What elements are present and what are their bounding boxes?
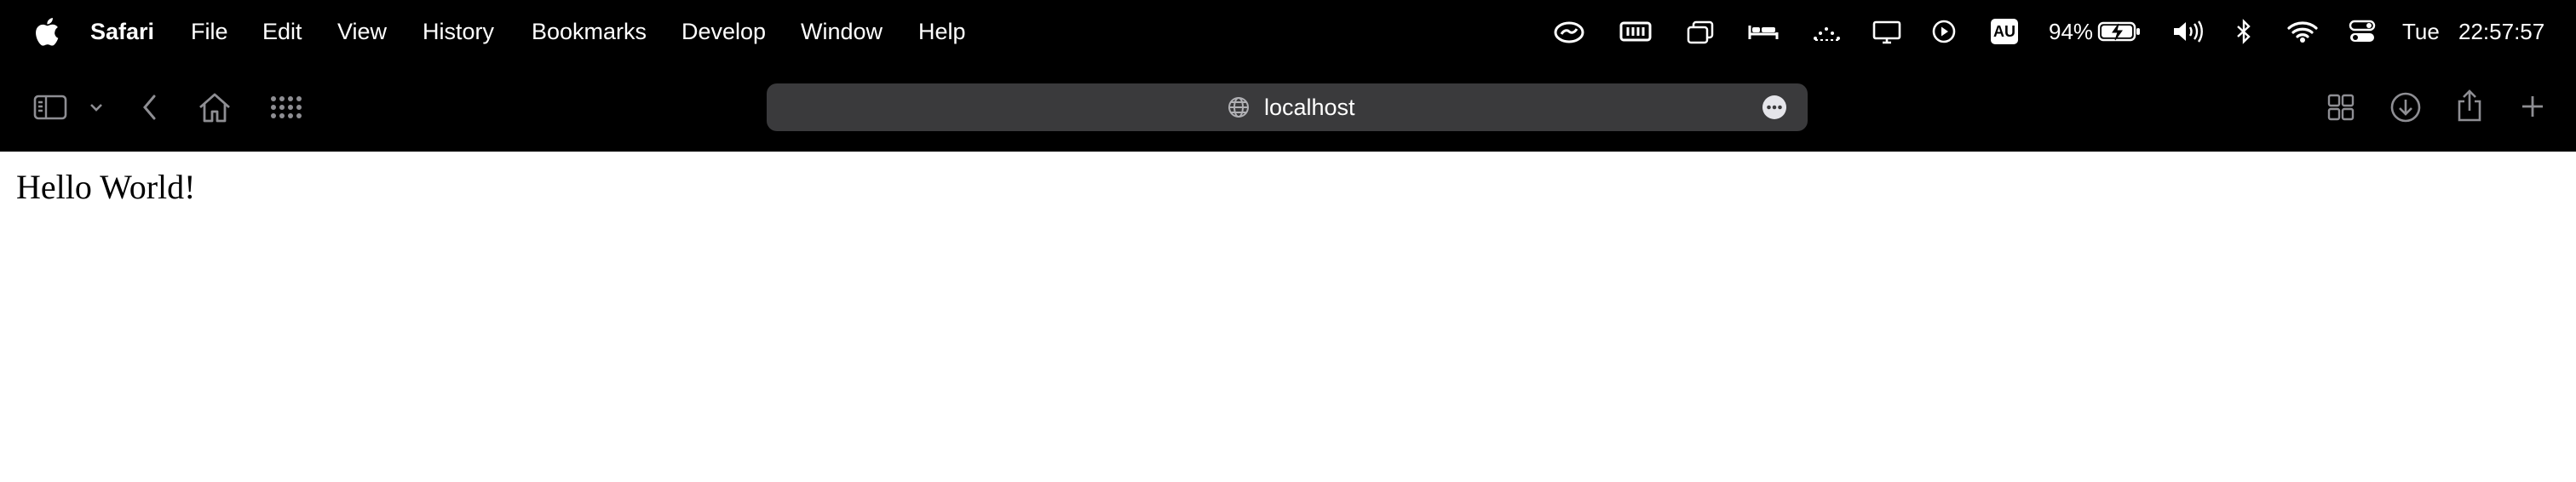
share-icon[interactable] — [2453, 87, 2486, 124]
sidebar-toggle-icon[interactable] — [32, 91, 68, 123]
menu-help[interactable]: Help — [918, 0, 966, 63]
display-icon[interactable] — [1871, 14, 1903, 49]
browser-toolbar: localhost — [0, 63, 2576, 152]
back-icon[interactable] — [136, 89, 164, 126]
apple-menu-icon[interactable] — [31, 15, 61, 48]
menu-history[interactable]: History — [423, 0, 494, 63]
memory-icon[interactable] — [1619, 14, 1653, 49]
more-options-icon[interactable] — [1762, 95, 1787, 120]
menu-edit[interactable]: Edit — [262, 0, 302, 63]
menu-app-safari[interactable]: Safari — [90, 0, 154, 63]
creative-cloud-icon[interactable] — [1552, 14, 1586, 49]
bed-icon[interactable] — [1746, 14, 1780, 49]
address-bar[interactable]: localhost — [767, 83, 1808, 131]
dots-arc-icon[interactable] — [1811, 14, 1843, 49]
menu-bar: Safari File Edit View History Bookmarks … — [0, 0, 2576, 63]
volume-icon[interactable] — [2171, 14, 2205, 49]
au-badge-icon[interactable]: AU — [1990, 14, 2019, 49]
battery-percent: 94% — [2049, 19, 2094, 44]
bluetooth-icon[interactable] — [2234, 14, 2254, 49]
web-content: Hello World! — [0, 152, 2576, 482]
chevron-down-icon[interactable] — [85, 97, 107, 118]
tab-overview-icon[interactable] — [2326, 92, 2356, 123]
grid-icon[interactable] — [267, 92, 305, 123]
clock-time[interactable]: 22:57:57 — [2458, 0, 2544, 63]
menu-bookmarks[interactable]: Bookmarks — [532, 0, 647, 63]
menu-develop[interactable]: Develop — [681, 0, 766, 63]
page-text: Hello World! — [16, 168, 196, 206]
new-tab-icon[interactable] — [2518, 92, 2547, 121]
windows-icon[interactable] — [1685, 14, 1716, 49]
control-center-icon[interactable] — [2348, 14, 2377, 49]
downloads-icon[interactable] — [2389, 90, 2423, 124]
play-circle-icon[interactable] — [1930, 14, 1958, 49]
battery-charging-icon[interactable] — [2097, 14, 2142, 49]
home-icon[interactable] — [196, 89, 233, 126]
au-badge-label: AU — [1993, 23, 2015, 40]
wifi-icon[interactable] — [2286, 14, 2319, 49]
clock-day[interactable]: Tue — [2402, 0, 2440, 63]
globe-icon — [1228, 97, 1249, 118]
menu-view[interactable]: View — [337, 0, 387, 63]
address-url[interactable]: localhost — [1264, 83, 1355, 131]
menu-file[interactable]: File — [191, 0, 228, 63]
menu-window[interactable]: Window — [801, 0, 883, 63]
